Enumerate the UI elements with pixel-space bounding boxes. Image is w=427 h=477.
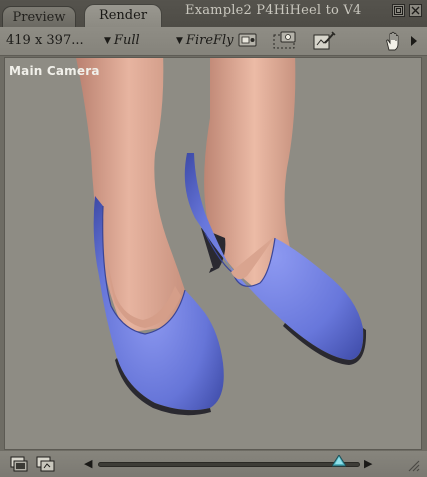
slider-knob-icon[interactable] <box>332 455 347 467</box>
bottom-bar: ◀ ▶ <box>0 451 427 477</box>
dropdown-arrow-icon: ▼ <box>176 36 183 46</box>
timeline-right-arrow[interactable]: ▶ <box>364 457 372 470</box>
window-title: Example2 P4HiHeel to V4 <box>185 3 362 18</box>
hand-icon[interactable] <box>384 31 402 51</box>
maximize-button[interactable] <box>392 4 405 17</box>
dimensions-dropdown-value: Full <box>113 33 140 48</box>
tab-render[interactable]: Render <box>84 4 162 27</box>
render-settings-icon[interactable] <box>312 31 336 53</box>
resize-grip-icon[interactable] <box>406 458 420 472</box>
new-window-icon[interactable] <box>10 456 28 472</box>
rendered-image <box>76 58 367 416</box>
area-render-icon[interactable] <box>272 31 298 51</box>
render-toolbar: 419 x 397... ▼ Full ▼ FireFly <box>0 27 427 56</box>
render-window: Preview Render Example2 P4HiHeel to V4 4… <box>0 0 427 477</box>
render-history-slider[interactable] <box>98 462 360 467</box>
render-viewport[interactable]: Main Camera <box>4 57 422 450</box>
compare-renders-icon[interactable] <box>36 456 56 472</box>
close-icon <box>411 6 420 15</box>
render-icon[interactable] <box>238 31 258 49</box>
close-button[interactable] <box>409 4 422 17</box>
renderer-dropdown-value: FireFly <box>185 33 234 48</box>
camera-label: Main Camera <box>9 64 100 78</box>
render-size-readout: 419 x 397... <box>6 33 84 48</box>
maximize-icon <box>394 6 403 15</box>
tab-preview[interactable]: Preview <box>2 6 76 27</box>
renderer-dropdown[interactable]: ▼ FireFly <box>176 33 234 48</box>
dimensions-dropdown[interactable]: ▼ Full <box>104 33 140 48</box>
tab-bar: Preview Render Example2 P4HiHeel to V4 <box>0 0 427 27</box>
dropdown-arrow-icon: ▼ <box>104 36 111 46</box>
timeline-left-arrow[interactable]: ◀ <box>84 457 92 470</box>
expand-arrow-icon[interactable] <box>410 36 418 46</box>
